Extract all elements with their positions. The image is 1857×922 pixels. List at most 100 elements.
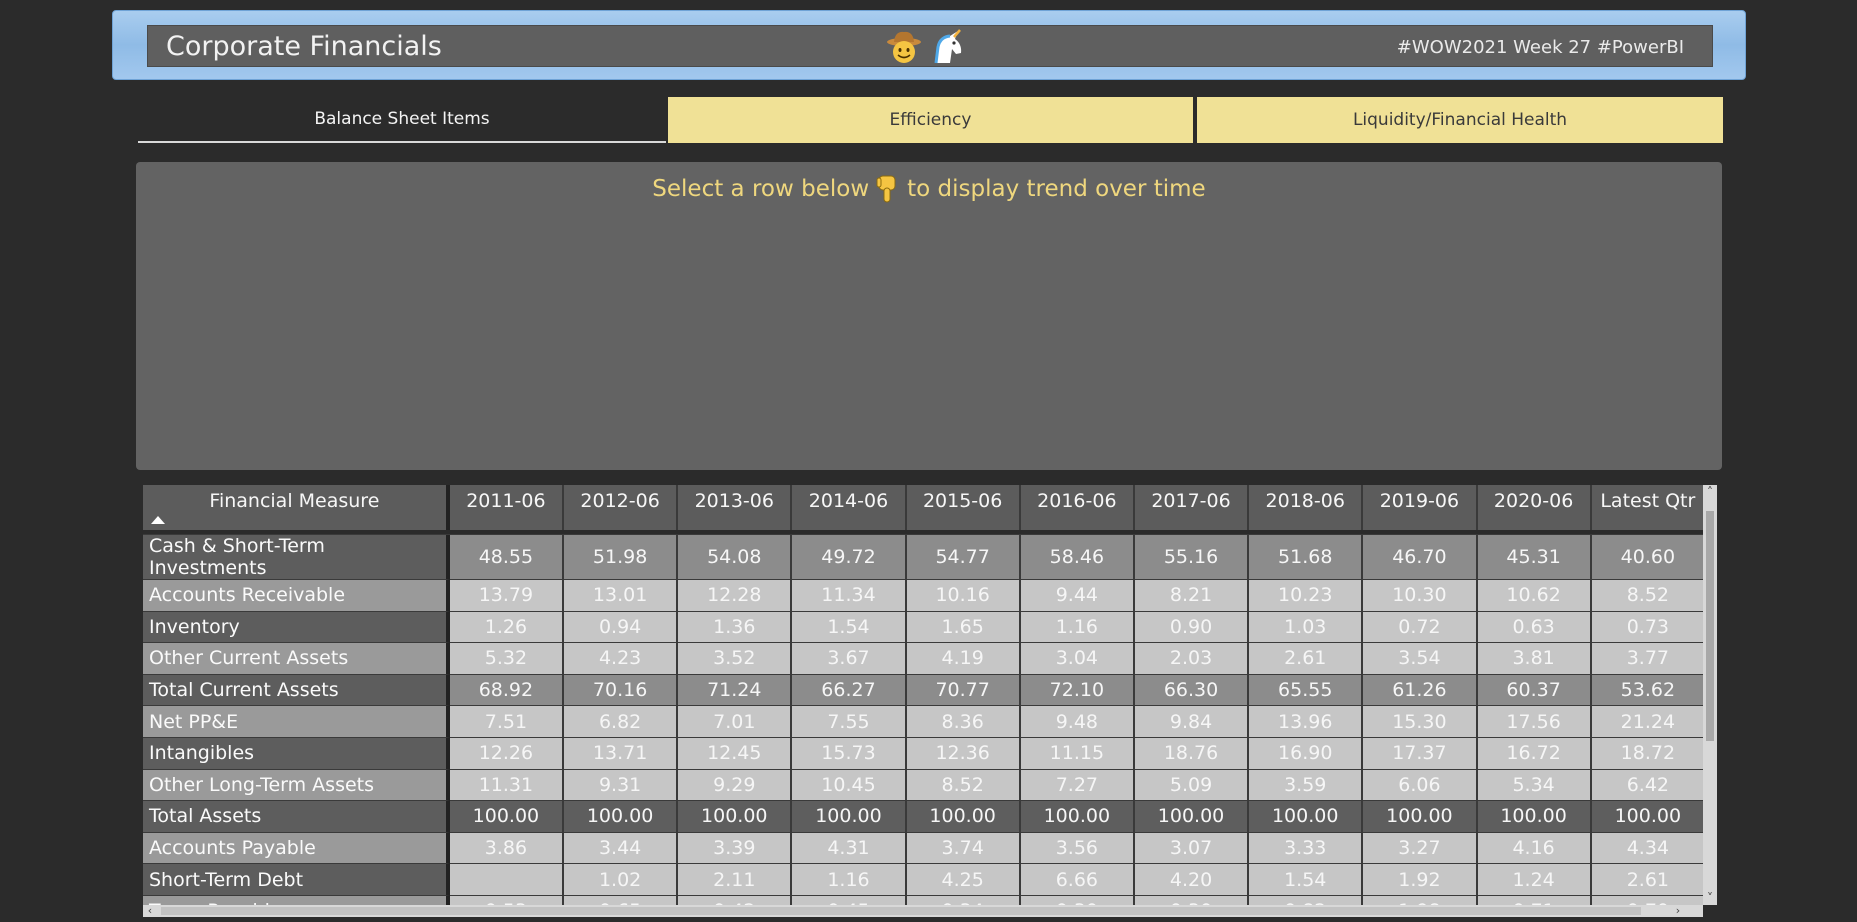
tab-liquidity-financial-health[interactable]: Liquidity/Financial Health	[1197, 97, 1723, 143]
column-header-year[interactable]: 2019-06	[1363, 485, 1478, 530]
table-cell[interactable]: 54.08	[678, 535, 793, 580]
row-label[interactable]: Accounts Receivable	[143, 580, 450, 612]
table-cell[interactable]: 16.90	[1249, 737, 1364, 770]
table-cell[interactable]: 68.92	[449, 674, 564, 707]
table-cell[interactable]: 12.28	[678, 580, 793, 612]
table-cell[interactable]: 70.77	[906, 674, 1021, 707]
table-cell[interactable]: 66.30	[1134, 674, 1250, 707]
table-cell[interactable]: 100.00	[1477, 801, 1592, 833]
table-cell[interactable]: 100.00	[1363, 801, 1478, 833]
vertical-scrollbar[interactable]: ˄ ˅	[1703, 485, 1717, 905]
table-cell[interactable]: 2.03	[1134, 643, 1250, 675]
table-cell[interactable]: 100.00	[449, 801, 564, 833]
table-cell[interactable]: 7.51	[449, 706, 564, 738]
table-cell[interactable]: 45.31	[1477, 535, 1592, 580]
table-cell[interactable]: 16.72	[1477, 737, 1592, 770]
row-label[interactable]: Intangibles	[143, 737, 450, 770]
table-cell[interactable]: 17.56	[1477, 706, 1592, 738]
table-cell[interactable]: 5.32	[449, 643, 564, 675]
table-cell[interactable]: 3.39	[678, 832, 793, 865]
column-header-year[interactable]: 2016-06	[1020, 485, 1135, 530]
table-cell[interactable]: 1.92	[1363, 864, 1478, 896]
table-cell[interactable]: 3.86	[449, 832, 564, 865]
table-cell[interactable]: 3.27	[1363, 832, 1478, 865]
table-cell[interactable]	[449, 864, 564, 896]
row-label[interactable]: Net PP&E	[143, 706, 450, 738]
table-cell[interactable]: 0.71	[1477, 895, 1592, 905]
table-cell[interactable]: 1.02	[564, 864, 679, 896]
table-cell[interactable]: 46.70	[1363, 535, 1478, 580]
table-row[interactable]: Inventory 1.26 0.94 1.36 1.54 1.65 1.16 0.90 1.0…	[143, 611, 1706, 644]
table-cell[interactable]: 40.60	[1591, 535, 1706, 580]
row-label[interactable]: Other Current Assets	[143, 643, 450, 675]
table-cell[interactable]: 58.46	[1020, 535, 1135, 580]
table-cell[interactable]: 8.21	[1134, 580, 1250, 612]
table-cell[interactable]: 66.27	[792, 674, 907, 707]
table-cell[interactable]: 70.16	[564, 674, 679, 707]
table-cell[interactable]: 100.00	[1249, 801, 1364, 833]
table-cell[interactable]: 0.94	[564, 611, 679, 644]
table-cell[interactable]: 4.23	[564, 643, 679, 675]
row-label[interactable]: Inventory	[143, 611, 450, 644]
table-cell[interactable]: 72.10	[1020, 674, 1135, 707]
table-cell[interactable]: 6.42	[1591, 769, 1706, 802]
column-header-year[interactable]: 2013-06	[678, 485, 793, 530]
table-cell[interactable]: 0.30	[1134, 895, 1250, 905]
table-cell[interactable]: 0.73	[1591, 611, 1706, 644]
column-header-year[interactable]: 2020-06	[1477, 485, 1592, 530]
vertical-scroll-thumb[interactable]	[1706, 511, 1714, 741]
table-cell[interactable]: 9.31	[564, 769, 679, 802]
table-cell[interactable]: 1.16	[1020, 611, 1135, 644]
table-cell[interactable]: 13.79	[449, 580, 564, 612]
table-cell[interactable]: 100.00	[678, 801, 793, 833]
table-cell[interactable]: 4.34	[1591, 832, 1706, 865]
table-cell[interactable]: 6.82	[564, 706, 679, 738]
table-cell[interactable]: 1.24	[1477, 864, 1592, 896]
table-cell[interactable]: 10.23	[1249, 580, 1364, 612]
table-cell[interactable]: 2.11	[678, 864, 793, 896]
table-cell[interactable]: 0.72	[1363, 611, 1478, 644]
table-cell[interactable]: 13.71	[564, 737, 679, 770]
table-cell[interactable]: 10.30	[1363, 580, 1478, 612]
table-cell[interactable]: 53.62	[1591, 674, 1706, 707]
table-cell[interactable]: 1.26	[449, 611, 564, 644]
table-cell[interactable]: 0.90	[1134, 611, 1250, 644]
table-cell[interactable]: 0.30	[1020, 895, 1135, 905]
table-cell[interactable]: 0.45	[792, 895, 907, 905]
table-cell[interactable]: 51.68	[1249, 535, 1364, 580]
table-cell[interactable]: 8.52	[906, 769, 1021, 802]
table-cell[interactable]: 4.31	[792, 832, 907, 865]
table-cell[interactable]: 1.98	[1363, 895, 1478, 905]
table-cell[interactable]: 13.01	[564, 580, 679, 612]
table-cell[interactable]: 3.52	[678, 643, 793, 675]
table-cell[interactable]: 8.36	[906, 706, 1021, 738]
horizontal-scrollbar[interactable]: ‹ ›	[143, 905, 1703, 917]
table-cell[interactable]: 3.56	[1020, 832, 1135, 865]
table-cell[interactable]: 3.44	[564, 832, 679, 865]
table-cell[interactable]: 3.74	[906, 832, 1021, 865]
table-row[interactable]: Intangibles 12.26 13.71 12.45 15.73 12.36 11.1…	[143, 737, 1706, 770]
table-row[interactable]: Short-Term Debt 1.02 2.11 1.16 4.25 6.66 4.20 1…	[143, 864, 1706, 896]
table-cell[interactable]: 7.01	[678, 706, 793, 738]
table-cell[interactable]: 54.77	[906, 535, 1021, 580]
table-cell[interactable]: 9.48	[1020, 706, 1135, 738]
table-cell[interactable]: 3.59	[1249, 769, 1364, 802]
table-cell[interactable]: 0.65	[564, 895, 679, 905]
table-cell[interactable]: 12.36	[906, 737, 1021, 770]
table-cell[interactable]: 12.45	[678, 737, 793, 770]
table-row[interactable]: Other Long-Term Assets 11.31 9.31 9.29 10.45…	[143, 769, 1706, 802]
table-cell[interactable]: 1.65	[906, 611, 1021, 644]
table-cell[interactable]: 18.72	[1591, 737, 1706, 770]
table-cell[interactable]: 11.31	[449, 769, 564, 802]
table-cell[interactable]: 0.63	[1477, 611, 1592, 644]
table-cell[interactable]: 3.54	[1363, 643, 1478, 675]
table-row[interactable]: Other Current Assets 5.32 4.23 3.52 3.67 4.19…	[143, 643, 1706, 675]
table-cell[interactable]: 51.98	[564, 535, 679, 580]
table-cell[interactable]: 65.55	[1249, 674, 1364, 707]
table-cell[interactable]: 3.07	[1134, 832, 1250, 865]
table-cell[interactable]: 100.00	[792, 801, 907, 833]
table-cell[interactable]: 0.70	[1591, 895, 1706, 905]
table-cell[interactable]: 3.04	[1020, 643, 1135, 675]
table-cell[interactable]: 100.00	[1591, 801, 1706, 833]
column-header-year[interactable]: 2018-06	[1249, 485, 1364, 530]
